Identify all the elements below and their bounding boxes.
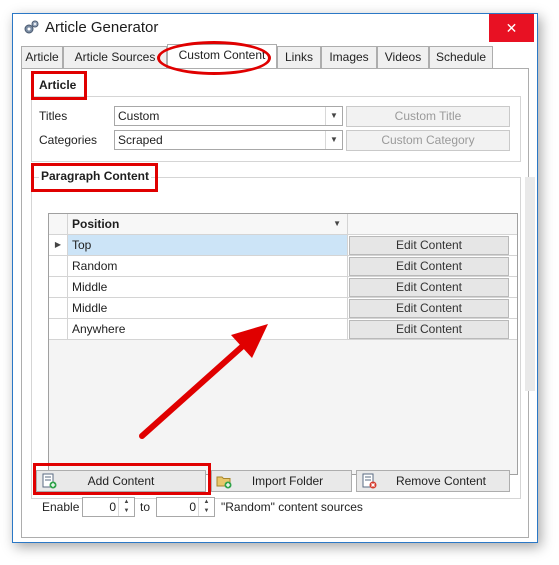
folder-add-icon — [216, 476, 232, 489]
custom-content-highlight-ellipse — [157, 41, 271, 75]
table-row[interactable]: Middle Edit Content — [49, 298, 517, 319]
titles-select-value: Custom — [118, 109, 160, 123]
row-header — [49, 256, 68, 277]
article-generator-window: Article Generator ✕ Article Article Sour… — [12, 13, 538, 543]
grid-header: Position ▼ — [49, 214, 517, 235]
close-button[interactable]: ✕ — [489, 14, 534, 42]
spinner-arrows-icon[interactable]: ▲ ▼ — [118, 498, 134, 516]
edit-content-button[interactable]: Edit Content — [349, 299, 509, 318]
tab-images[interactable]: Images — [321, 46, 377, 68]
filter-icon[interactable]: ▼ — [333, 214, 341, 234]
chevron-down-icon: ▼ — [325, 131, 342, 149]
row-header — [49, 319, 68, 340]
enable-from-value: 0 — [109, 500, 116, 514]
edit-content-button[interactable]: Edit Content — [349, 278, 509, 297]
enable-to-value: 0 — [189, 500, 196, 514]
titles-select[interactable]: Custom ▼ — [114, 106, 343, 126]
action-cell: Edit Content — [348, 319, 517, 340]
import-folder-button[interactable]: Import Folder — [211, 470, 352, 492]
title-bar[interactable]: Article Generator ✕ — [13, 14, 537, 42]
tab-article-sources[interactable]: Article Sources — [63, 46, 167, 68]
custom-category-button[interactable]: Custom Category — [346, 130, 510, 151]
paragraph-highlight-box — [31, 163, 158, 192]
table-row[interactable]: Random Edit Content — [49, 256, 517, 277]
remove-content-button[interactable]: Remove Content — [356, 470, 510, 492]
table-row[interactable]: Anywhere Edit Content — [49, 319, 517, 340]
enable-label: Enable — [42, 500, 80, 514]
action-cell: Edit Content — [348, 298, 517, 319]
row-header — [49, 277, 68, 298]
titles-label: Titles — [39, 109, 68, 123]
position-cell[interactable]: Top — [68, 235, 348, 256]
position-cell[interactable]: Random — [68, 256, 348, 277]
gears-icon — [24, 20, 39, 34]
categories-select[interactable]: Scraped ▼ — [114, 130, 343, 150]
custom-title-button[interactable]: Custom Title — [346, 106, 510, 127]
current-row-icon: ▶ — [49, 235, 68, 256]
categories-select-value: Scraped — [118, 133, 163, 147]
enable-to-spinner[interactable]: 0 ▲ ▼ — [156, 497, 215, 517]
action-cell: Edit Content — [348, 235, 517, 256]
add-content-highlight-box — [33, 463, 211, 495]
tab-article[interactable]: Article — [21, 46, 63, 68]
chevron-down-icon: ▼ — [325, 107, 342, 125]
position-cell[interactable]: Middle — [68, 277, 348, 298]
action-column-header — [348, 214, 517, 235]
remove-document-icon — [362, 473, 377, 489]
grid-corner — [49, 214, 68, 235]
position-cell[interactable]: Middle — [68, 298, 348, 319]
random-sources-label: "Random" content sources — [221, 500, 363, 514]
to-label: to — [140, 500, 151, 514]
table-row[interactable]: Middle Edit Content — [49, 277, 517, 298]
close-icon: ✕ — [505, 20, 518, 36]
edit-content-button[interactable]: Edit Content — [349, 257, 509, 276]
edit-content-button[interactable]: Edit Content — [349, 320, 509, 339]
table-row[interactable]: ▶ Top Edit Content — [49, 235, 517, 256]
remove-content-label: Remove Content — [395, 474, 487, 488]
row-header — [49, 298, 68, 319]
action-cell: Edit Content — [348, 256, 517, 277]
edit-content-button[interactable]: Edit Content — [349, 236, 509, 255]
tab-strip: Article Article Sources Custom Content L… — [21, 44, 529, 69]
action-cell: Edit Content — [348, 277, 517, 298]
article-highlight-box — [31, 71, 87, 100]
spinner-arrows-icon[interactable]: ▲ ▼ — [198, 498, 214, 516]
position-column-header[interactable]: Position ▼ — [68, 214, 348, 235]
paragraph-grid: Position ▼ ▶ Top Edit Content Random Edi… — [48, 213, 518, 475]
enable-from-spinner[interactable]: 0 ▲ ▼ — [82, 497, 135, 517]
window-title: Article Generator — [45, 19, 159, 36]
position-cell[interactable]: Anywhere — [68, 319, 348, 340]
tab-videos[interactable]: Videos — [377, 46, 429, 68]
import-folder-label: Import Folder — [251, 474, 324, 488]
tab-links[interactable]: Links — [277, 46, 321, 68]
tab-schedule[interactable]: Schedule — [429, 46, 493, 68]
position-header-label: Position — [72, 217, 120, 231]
window-scrollbar[interactable] — [525, 177, 535, 391]
categories-label: Categories — [39, 133, 98, 147]
